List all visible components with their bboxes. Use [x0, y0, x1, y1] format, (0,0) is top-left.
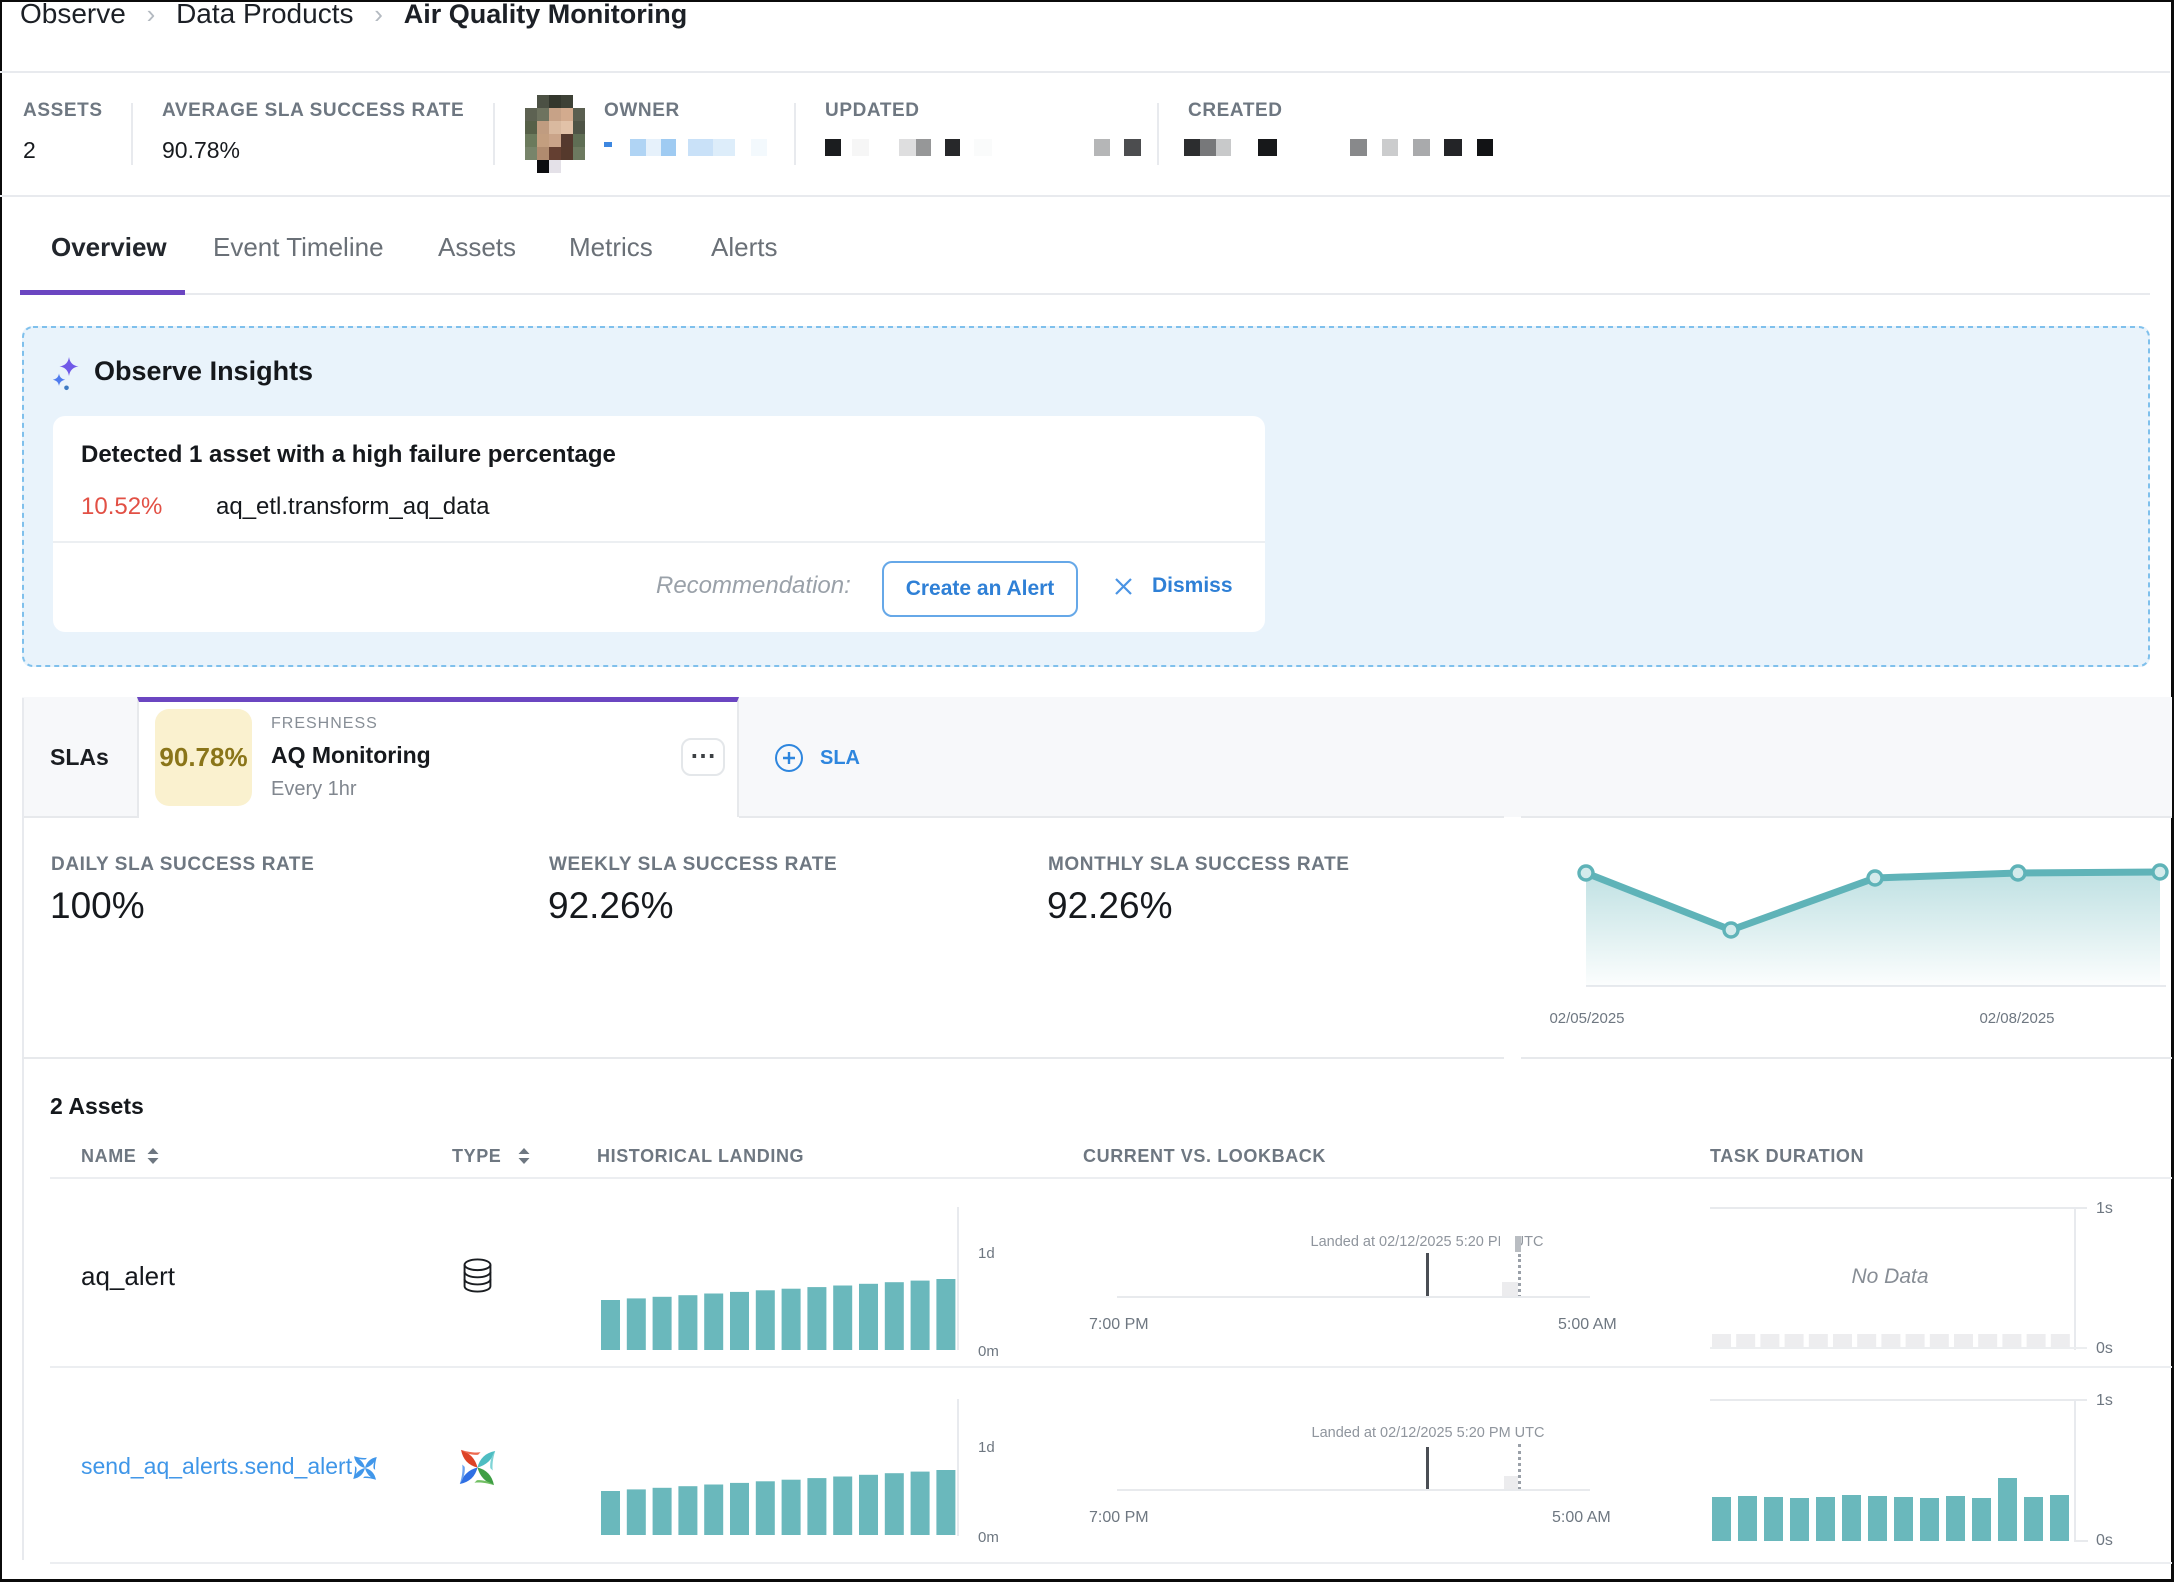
svg-text:02/08/2025: 02/08/2025 — [1979, 1010, 2054, 1027]
svg-text:02/05/2025: 02/05/2025 — [1549, 1010, 1624, 1027]
